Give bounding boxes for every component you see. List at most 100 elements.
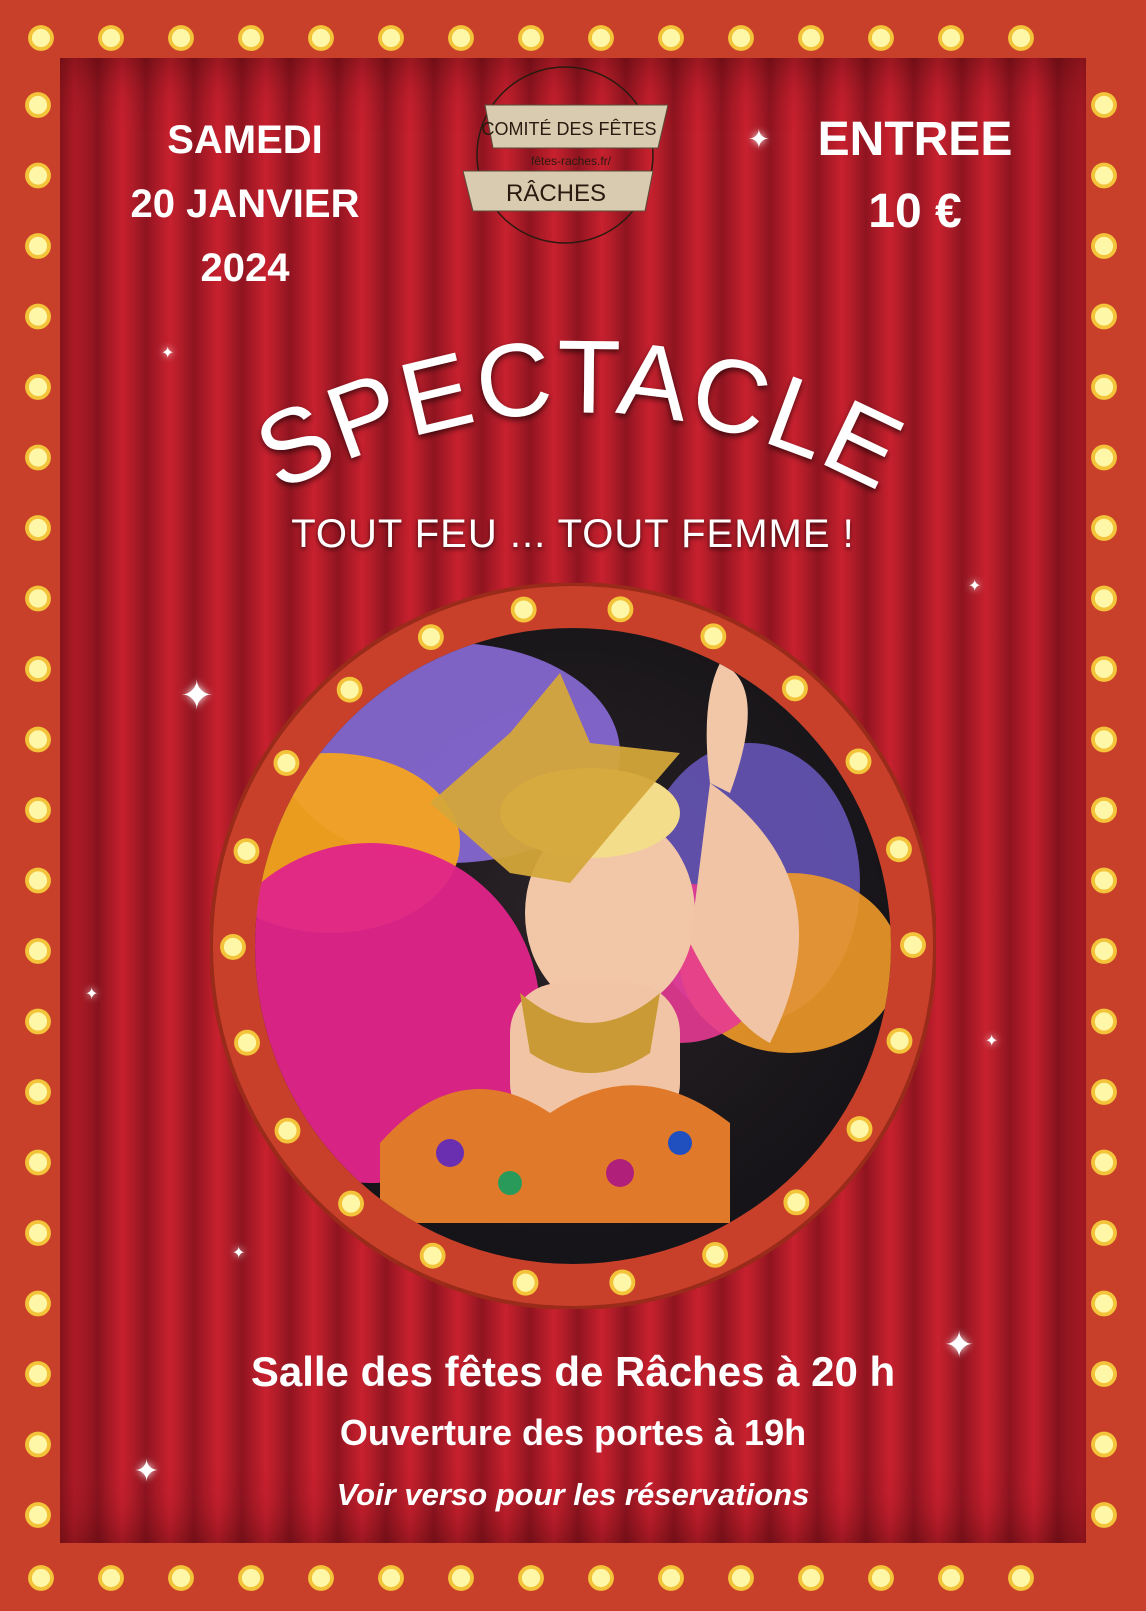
marquee-bulb-icon xyxy=(588,1565,614,1591)
marquee-bulb-icon xyxy=(588,25,614,51)
marquee-bulb-icon xyxy=(868,25,894,51)
marquee-bulb-icon xyxy=(273,750,300,776)
marquee-bulb-icon xyxy=(233,838,260,865)
marquee-bulb-icon xyxy=(25,867,51,894)
marquee-bulb-icon xyxy=(1091,162,1117,189)
marquee-bulb-icon xyxy=(510,596,537,623)
marquee-bulb-icon xyxy=(1091,797,1117,823)
event-date: SAMEDI 20 JANVIER 2024 xyxy=(100,108,390,300)
marquee-bulb-icon xyxy=(938,1565,964,1591)
marquee-bulb-icon xyxy=(886,836,912,863)
entry-label: ENTREE xyxy=(817,113,1013,166)
entry-price: ENTREE 10 € xyxy=(800,104,1030,248)
marquee-bulb-icon xyxy=(25,1079,51,1105)
marquee-bulb-icon xyxy=(512,1269,539,1296)
marquee-bulb-icon xyxy=(1091,585,1117,612)
marquee-bulb-icon xyxy=(728,1565,754,1591)
marquee-bulb-icon xyxy=(25,233,51,259)
reservation-note: Voir verso pour les réservations xyxy=(336,1477,810,1512)
logo-town: RÂCHES xyxy=(506,180,606,207)
marquee-bulb-icon xyxy=(168,25,194,51)
marquee-bulb-icon xyxy=(845,748,872,775)
marquee-bulb-icon xyxy=(658,25,684,51)
marquee-bulb-icon xyxy=(28,25,54,51)
date-month: 20 JANVIER xyxy=(130,182,360,226)
marquee-bulb-icon xyxy=(846,1116,873,1142)
marquee-bulb-icon xyxy=(25,726,51,753)
marquee-bulb-icon xyxy=(238,25,264,51)
show-title: SPECTACLE xyxy=(239,340,921,513)
marquee-bulb-icon xyxy=(25,1220,51,1246)
marquee-bulb-icon xyxy=(1091,233,1117,259)
marquee-bulb-icon xyxy=(25,585,51,612)
marquee-bulb-icon xyxy=(25,444,51,471)
sparkle-icon: ✦ xyxy=(85,984,99,1003)
marquee-bulb-icon xyxy=(1091,444,1117,471)
marquee-bulb-icon xyxy=(1091,656,1117,682)
marquee-bulb-icon xyxy=(338,1190,364,1217)
doors-opening: Ouverture des portes à 19h xyxy=(339,1412,807,1453)
marquee-bulb-icon xyxy=(886,1027,913,1054)
marquee-bulb-icon xyxy=(25,656,51,682)
title-text: SPECTACLE xyxy=(239,340,919,513)
marquee-bulb-icon xyxy=(417,624,444,651)
marquee-bulb-icon xyxy=(448,25,474,51)
svg-text:SPECTACLE: SPECTACLE xyxy=(239,340,921,513)
marquee-bulb-icon xyxy=(25,1290,51,1317)
marquee-bulb-icon xyxy=(234,1029,260,1056)
marquee-bulb-icon xyxy=(658,1565,684,1591)
marquee-bulb-icon xyxy=(378,25,404,51)
marquee-bulb-icon xyxy=(25,303,51,330)
marquee-bulb-icon xyxy=(1091,1079,1117,1105)
date-day: SAMEDI xyxy=(167,118,323,162)
marquee-bulb-icon xyxy=(168,1565,194,1591)
marquee-bulb-icon xyxy=(378,1565,404,1591)
marquee-bulb-icon xyxy=(308,25,334,51)
marquee-bulb-icon xyxy=(783,1189,810,1216)
price-value: 10 € xyxy=(868,185,962,238)
marquee-bulb-icon xyxy=(1091,938,1117,964)
marquee-bulb-icon xyxy=(25,162,51,189)
marquee-bulb-icon xyxy=(1091,867,1117,894)
marquee-bulb-icon xyxy=(25,374,51,400)
sparkle-icon: ✦ xyxy=(968,576,982,595)
comite-logo: COMITÉ DES FÊTES fêtes-raches.fr/ RÂCHES xyxy=(463,66,668,244)
marquee-bulb-icon xyxy=(25,797,51,823)
date-year: 2024 xyxy=(200,246,290,290)
dancer-photo-frame xyxy=(210,583,936,1309)
marquee-bulb-icon xyxy=(900,932,926,958)
marquee-bulb-icon xyxy=(1091,1008,1117,1035)
sparkle-icon: ✦ xyxy=(134,1454,160,1489)
marquee-bulb-icon xyxy=(98,1565,124,1591)
marquee-bulb-icon xyxy=(1091,1290,1117,1317)
marquee-bulb-icon xyxy=(1091,1149,1117,1176)
marquee-bulb-icon xyxy=(607,596,634,623)
marquee-bulb-icon xyxy=(448,1565,474,1591)
marquee-bulb-icon xyxy=(1091,303,1117,330)
marquee-bulb-icon xyxy=(609,1269,636,1296)
sparkle-icon: ✦ xyxy=(180,673,214,719)
marquee-bulb-icon xyxy=(1091,374,1117,400)
marquee-bulb-icon xyxy=(1008,25,1034,51)
marquee-bulb-icon xyxy=(238,1565,264,1591)
marquee-bulb-icon xyxy=(518,25,544,51)
marquee-bulb-icon xyxy=(25,938,51,964)
marquee-bulb-icon xyxy=(419,1242,446,1269)
marquee-bulb-icon xyxy=(25,1149,51,1176)
marquee-bulb-icon xyxy=(1091,92,1117,118)
marquee-bulb-icon xyxy=(336,676,363,703)
marquee-bulb-icon xyxy=(1008,1565,1034,1591)
marquee-bulb-icon xyxy=(798,1565,824,1591)
marquee-bulb-icon xyxy=(702,1241,729,1268)
marquee-bulb-icon xyxy=(518,1565,544,1591)
sparkle-icon: ✦ xyxy=(985,1031,999,1050)
sparkle-icon: ✦ xyxy=(232,1243,246,1262)
marquee-bulb-icon xyxy=(308,1565,334,1591)
marquee-bulb-icon xyxy=(274,1117,301,1144)
marquee-bulb-icon xyxy=(700,623,727,650)
marquee-bulb-icon xyxy=(25,1008,51,1035)
logo-title: COMITÉ DES FÊTES xyxy=(481,119,656,139)
marquee-bulb-icon xyxy=(25,92,51,118)
marquee-bulb-icon xyxy=(782,675,808,702)
marquee-bulb-icon xyxy=(798,25,824,51)
